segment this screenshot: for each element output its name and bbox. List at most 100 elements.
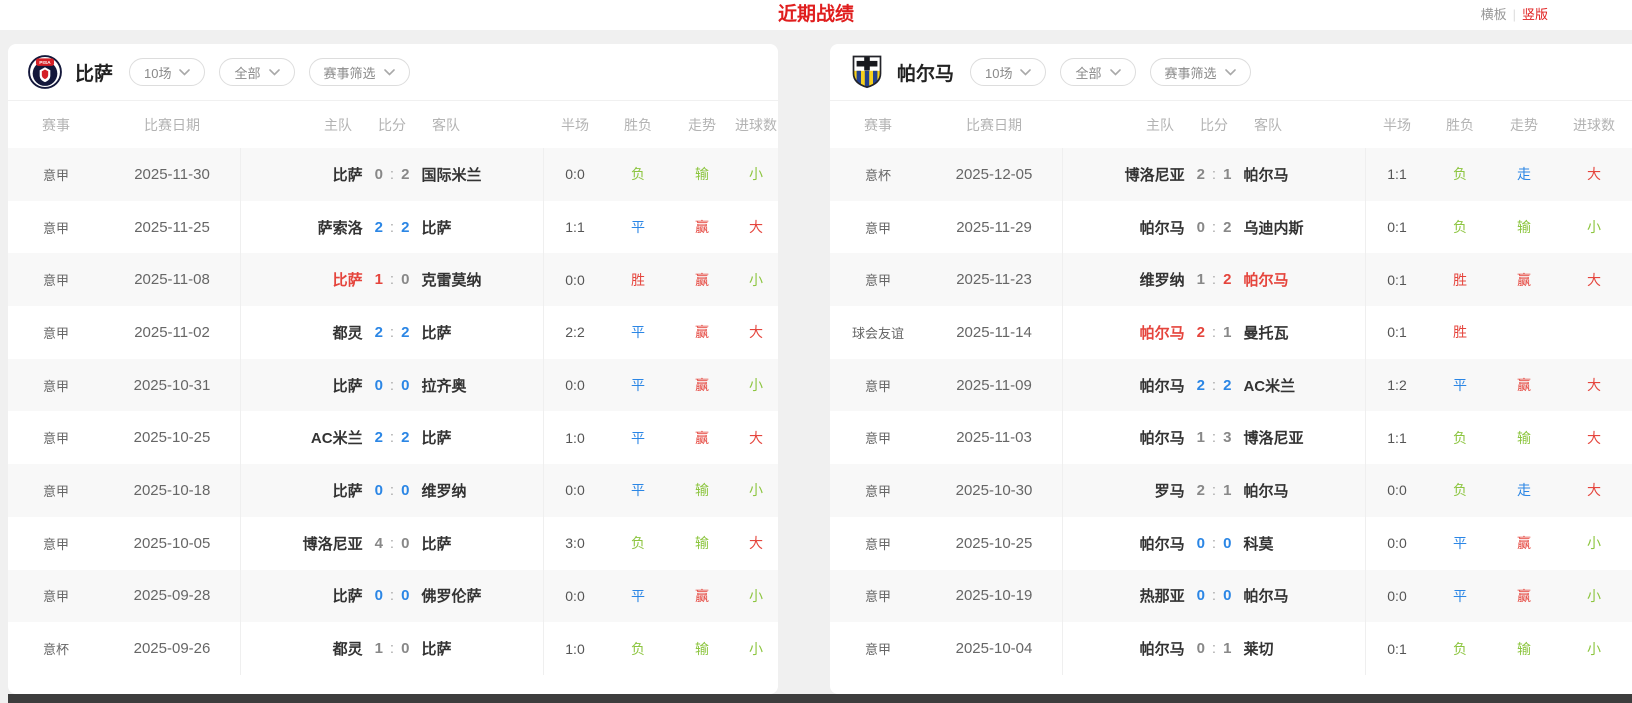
halftime-cell: 1:2	[1366, 377, 1428, 393]
halftime-cell: 1:0	[544, 641, 606, 657]
league-cell: 意甲	[830, 218, 926, 237]
match-cell: 帕尔马 0:0 科莫	[1062, 517, 1366, 570]
match-row[interactable]: 意杯 2025-12-05 博洛尼亚 2:1 帕尔马 1:1 负 走 大	[830, 148, 1632, 201]
trend-cell: 赢	[670, 217, 734, 237]
match-row[interactable]: 意甲 2025-10-19 热那亚 0:0 帕尔马 0:0 平 赢 小	[830, 570, 1632, 623]
trend-cell: 输	[1492, 217, 1556, 237]
scope-dropdown[interactable]: 全部	[1060, 58, 1135, 86]
match-cell: 比萨 0:0 佛罗伦萨	[240, 570, 544, 623]
halftime-cell: 0:0	[544, 377, 606, 393]
trend-cell: 赢	[670, 428, 734, 448]
score: 0:2	[375, 166, 410, 183]
league-cell: 意甲	[8, 218, 104, 237]
scope-dropdown[interactable]: 全部	[219, 58, 294, 86]
col-score: 比分	[1200, 115, 1228, 135]
match-row[interactable]: 意甲 2025-10-31 比萨 0:0 拉齐奥 0:0 平 赢 小	[8, 359, 778, 412]
home-team: 罗马	[1063, 480, 1185, 501]
result-cell: 平	[606, 375, 670, 395]
trend-cell: 走	[1492, 164, 1556, 184]
date-cell: 2025-10-04	[926, 640, 1062, 657]
team-panel-parma: 帕尔马 10场 全部 赛事筛选 赛事 比赛日期 主队 比分 客队 半场 胜负 走…	[830, 44, 1632, 694]
halftime-cell: 1:1	[544, 219, 606, 235]
event-filter-dropdown[interactable]: 赛事筛选	[309, 58, 410, 86]
match-row[interactable]: 意甲 2025-10-25 AC米兰 2:2 比萨 1:0 平 赢 大	[8, 411, 778, 464]
col-league: 赛事	[8, 115, 104, 135]
col-league: 赛事	[830, 115, 926, 135]
result-cell: 负	[606, 533, 670, 553]
date-cell: 2025-11-14	[926, 324, 1062, 341]
goals-cell: 大	[1556, 270, 1632, 290]
goals-cell: 小	[734, 375, 778, 395]
halftime-cell: 0:0	[544, 272, 606, 288]
trend-cell: 赢	[1492, 586, 1556, 606]
trend-cell: 输	[1492, 639, 1556, 659]
date-cell: 2025-11-30	[104, 166, 240, 183]
away-team: 科莫	[1243, 533, 1365, 554]
matches-count-dropdown[interactable]: 10场	[970, 58, 1046, 86]
date-cell: 2025-10-31	[104, 377, 240, 394]
match-row[interactable]: 意甲 2025-09-28 比萨 0:0 佛罗伦萨 0:0 平 赢 小	[8, 570, 778, 623]
halftime-cell: 0:1	[1366, 219, 1428, 235]
col-trend: 走势	[670, 115, 734, 135]
chevron-down-icon	[1225, 69, 1236, 76]
layout-vertical-link[interactable]: 竖版	[1522, 0, 1548, 30]
chevron-down-icon	[1020, 69, 1031, 76]
team-panel-pisa: PISA 比萨 10场 全部 赛事筛选 赛事 比赛日期 主队 比分 客队 半场 …	[8, 44, 778, 694]
match-row[interactable]: 意甲 2025-10-04 帕尔马 0:1 莱切 0:1 负 输 小	[830, 622, 1632, 675]
trend-cell: 走	[1492, 480, 1556, 500]
goals-cell: 大	[1556, 480, 1632, 500]
home-team: 比萨	[241, 164, 363, 185]
match-row[interactable]: 意甲 2025-11-29 帕尔马 0:2 乌迪内斯 0:1 负 输 小	[830, 201, 1632, 254]
home-team: 帕尔马	[1063, 217, 1185, 238]
league-cell: 意甲	[830, 428, 926, 447]
match-row[interactable]: 意甲 2025-10-30 罗马 2:1 帕尔马 0:0 负 走 大	[830, 464, 1632, 517]
away-team: 克雷莫纳	[421, 269, 543, 290]
away-team: 比萨	[421, 427, 543, 448]
goals-cell: 小	[1556, 533, 1632, 553]
date-cell: 2025-11-23	[926, 271, 1062, 288]
date-cell: 2025-11-03	[926, 429, 1062, 446]
away-team: 帕尔马	[1243, 164, 1365, 185]
match-row[interactable]: 意甲 2025-10-25 帕尔马 0:0 科莫 0:0 平 赢 小	[830, 517, 1632, 570]
match-row[interactable]: 球会友谊 2025-11-14 帕尔马 2:1 曼托瓦 0:1 胜	[830, 306, 1632, 359]
league-cell: 意甲	[830, 270, 926, 289]
league-cell: 意甲	[8, 428, 104, 447]
match-row[interactable]: 意甲 2025-11-09 帕尔马 2:2 AC米兰 1:2 平 赢 大	[830, 359, 1632, 412]
match-row[interactable]: 意甲 2025-11-08 比萨 1:0 克雷莫纳 0:0 胜 赢 小	[8, 253, 778, 306]
away-team: 佛罗伦萨	[421, 585, 543, 606]
col-match-group: 主队 比分 客队	[240, 115, 544, 135]
match-row[interactable]: 意甲 2025-11-30 比萨 0:2 国际米兰 0:0 负 输 小	[8, 148, 778, 201]
trend-cell: 输	[670, 164, 734, 184]
col-goals: 进球数	[1556, 115, 1632, 135]
chevron-down-icon	[269, 69, 280, 76]
event-filter-dropdown[interactable]: 赛事筛选	[1150, 58, 1251, 86]
match-row[interactable]: 意甲 2025-11-25 萨索洛 2:2 比萨 1:1 平 赢 大	[8, 201, 778, 254]
score: 2:1	[1197, 166, 1232, 183]
result-cell: 负	[1428, 480, 1492, 500]
match-row[interactable]: 意甲 2025-11-23 维罗纳 1:2 帕尔马 0:1 胜 赢 大	[830, 253, 1632, 306]
trend-cell: 输	[1492, 428, 1556, 448]
home-team: 帕尔马	[1063, 322, 1185, 343]
match-row[interactable]: 意甲 2025-10-18 比萨 0:0 维罗纳 0:0 平 输 小	[8, 464, 778, 517]
match-row[interactable]: 意甲 2025-10-05 博洛尼亚 4:0 比萨 3:0 负 输 大	[8, 517, 778, 570]
away-team: AC米兰	[1243, 375, 1365, 396]
match-row[interactable]: 意杯 2025-09-26 都灵 1:0 比萨 1:0 负 输 小	[8, 622, 778, 675]
match-table-body: 意杯 2025-12-05 博洛尼亚 2:1 帕尔马 1:1 负 走 大 意甲 …	[830, 148, 1632, 675]
league-cell: 意杯	[8, 639, 104, 658]
match-row[interactable]: 意甲 2025-11-03 帕尔马 1:3 博洛尼亚 1:1 负 输 大	[830, 411, 1632, 464]
layout-toggle: 横板 | 竖版	[1481, 0, 1548, 30]
layout-horizontal-link[interactable]: 横板	[1481, 0, 1507, 30]
away-team: 曼托瓦	[1243, 322, 1365, 343]
col-match-group: 主队 比分 客队	[1062, 115, 1366, 135]
table-header: 赛事 比赛日期 主队 比分 客队 半场 胜负 走势 进球数	[830, 100, 1632, 148]
score: 2:2	[1197, 377, 1232, 394]
col-goals: 进球数	[734, 115, 778, 135]
col-score: 比分	[378, 115, 406, 135]
result-cell: 负	[1428, 217, 1492, 237]
match-cell: 比萨 0:2 国际米兰	[240, 148, 544, 201]
match-cell: 博洛尼亚 2:1 帕尔马	[1062, 148, 1366, 201]
result-cell: 平	[606, 586, 670, 606]
matches-count-dropdown[interactable]: 10场	[129, 58, 205, 86]
date-cell: 2025-10-19	[926, 587, 1062, 604]
match-row[interactable]: 意甲 2025-11-02 都灵 2:2 比萨 2:2 平 赢 大	[8, 306, 778, 359]
